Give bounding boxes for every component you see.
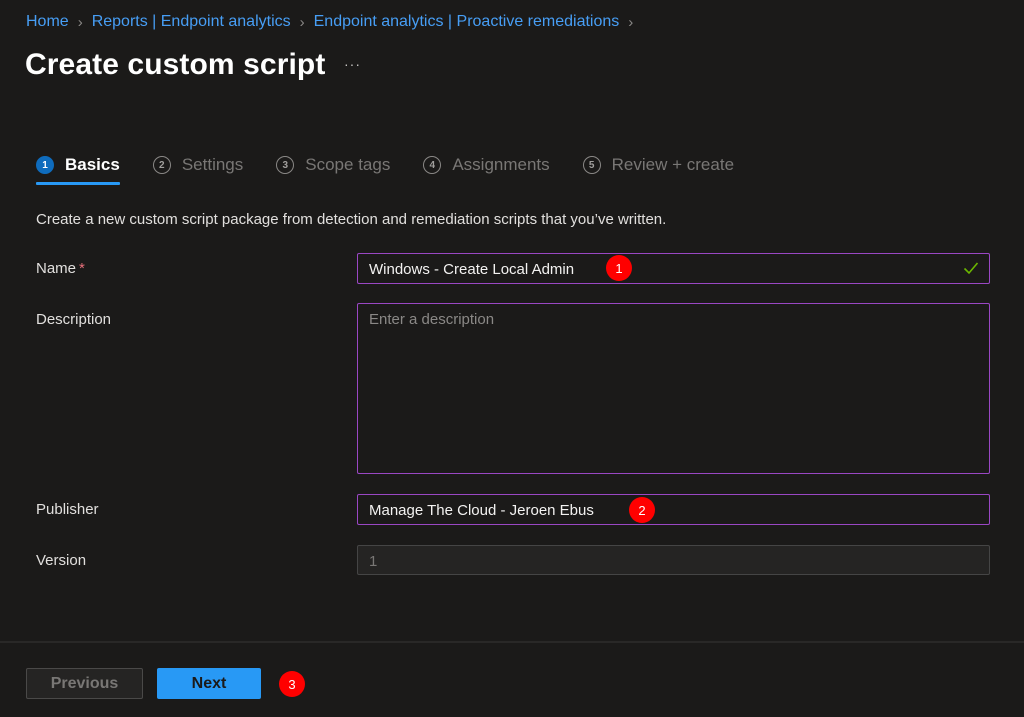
publisher-input-value: Manage The Cloud - Jeroen Ebus bbox=[369, 502, 594, 519]
publisher-input[interactable]: Manage The Cloud - Jeroen Ebus bbox=[357, 494, 990, 525]
annotation-badge-1: 1 bbox=[606, 255, 632, 281]
breadcrumb-home[interactable]: Home bbox=[26, 13, 69, 31]
tab-label: Review + create bbox=[611, 155, 735, 174]
breadcrumb-proactive-remediations[interactable]: Endpoint analytics | Proactive remediati… bbox=[314, 13, 620, 31]
name-input-value: Windows - Create Local Admin bbox=[369, 261, 575, 278]
form-intro-text: Create a new custom script package from … bbox=[36, 211, 667, 228]
tab-scope-tags[interactable]: 3 Scope tags bbox=[276, 155, 390, 185]
version-label: Version bbox=[36, 552, 87, 569]
tab-review-create[interactable]: 5 Review + create bbox=[582, 155, 735, 185]
chevron-right-icon: › bbox=[299, 13, 305, 31]
tab-label: Scope tags bbox=[305, 155, 391, 174]
tab-basics[interactable]: 1 Basics bbox=[36, 155, 120, 185]
page-title: Create custom script bbox=[25, 48, 326, 81]
publisher-label: Publisher bbox=[36, 501, 99, 518]
chevron-right-icon: › bbox=[77, 13, 83, 31]
name-input[interactable]: Windows - Create Local Admin bbox=[357, 253, 990, 284]
name-label-text: Name bbox=[36, 260, 77, 277]
tab-label: Assignments bbox=[452, 155, 550, 174]
step-number-badge: 1 bbox=[36, 156, 54, 174]
description-label: Description bbox=[36, 311, 112, 328]
step-number-badge: 3 bbox=[276, 156, 295, 174]
name-label: Name * bbox=[36, 260, 85, 277]
tab-assignments[interactable]: 4 Assignments bbox=[423, 155, 550, 185]
step-number-badge: 4 bbox=[423, 156, 442, 174]
previous-button[interactable]: Previous bbox=[26, 668, 143, 699]
more-options-icon[interactable]: ··· bbox=[344, 56, 361, 72]
description-textarea[interactable]: Enter a description bbox=[357, 303, 990, 474]
wizard-steps: 1 Basics 2 Settings 3 Scope tags 4 Assig… bbox=[36, 155, 767, 185]
required-marker: * bbox=[79, 260, 85, 277]
next-button[interactable]: Next bbox=[157, 668, 261, 699]
version-input: 1 bbox=[357, 545, 990, 575]
footer-divider bbox=[0, 641, 1024, 643]
tab-settings[interactable]: 2 Settings bbox=[152, 155, 244, 185]
breadcrumb-reports-endpoint-analytics[interactable]: Reports | Endpoint analytics bbox=[92, 13, 291, 31]
annotation-badge-3: 3 bbox=[279, 671, 305, 697]
breadcrumb: Home › Reports | Endpoint analytics › En… bbox=[26, 13, 642, 31]
version-input-value: 1 bbox=[369, 553, 378, 570]
tab-label: Settings bbox=[181, 155, 244, 174]
description-placeholder: Enter a description bbox=[369, 311, 495, 328]
chevron-right-icon: › bbox=[628, 13, 634, 31]
step-number-badge: 5 bbox=[582, 156, 601, 174]
annotation-badge-2: 2 bbox=[629, 497, 655, 523]
tab-label: Basics bbox=[65, 155, 120, 174]
checkmark-icon bbox=[963, 262, 979, 275]
step-number-badge: 2 bbox=[152, 156, 171, 174]
